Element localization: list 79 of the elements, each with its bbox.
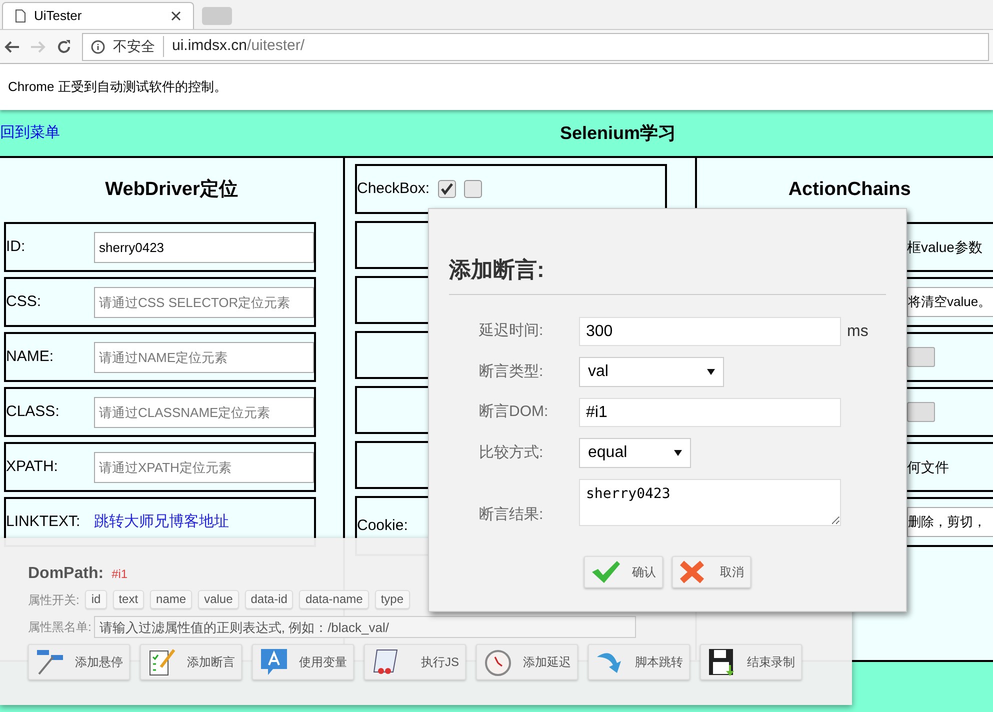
locator-input[interactable]: 请通过NAME定位元素	[94, 342, 314, 372]
action-text: 何文件	[907, 458, 949, 476]
floppy-disk-icon	[707, 647, 737, 677]
row-label: ID:	[6, 236, 26, 257]
attribute-chip[interactable]: name	[150, 590, 192, 609]
attr-switch-label: 属性开关:	[28, 592, 80, 608]
reload-icon[interactable]	[56, 38, 72, 54]
locator-input[interactable]: 请通过XPATH定位元素	[94, 452, 314, 482]
field-label: 断言结果:	[479, 504, 544, 524]
locator-input[interactable]: sherry0423	[94, 232, 314, 262]
row-label: CSS:	[6, 292, 42, 312]
cookie-label: Cookie:	[357, 516, 408, 536]
field-label: 断言DOM:	[479, 402, 550, 422]
url-text: ui.imdsx.cn/uitester/	[172, 36, 305, 56]
page-title: Selenium学习	[560, 122, 676, 144]
stopwatch-icon	[483, 647, 513, 677]
letter-a-icon	[259, 647, 289, 677]
section-title: WebDriver定位	[104, 178, 239, 202]
unit-label: ms	[847, 322, 868, 342]
tab-title: UiTester	[34, 7, 83, 26]
checkmark-icon	[591, 560, 621, 584]
action-button[interactable]	[907, 347, 935, 367]
attribute-chip[interactable]: value	[198, 590, 239, 609]
automation-notice: Chrome 正受到自动测试软件的控制。	[8, 78, 227, 96]
row-label: NAME:	[6, 346, 55, 367]
tool-button[interactable]: 使用变量	[252, 644, 354, 680]
tool-button[interactable]: 添加延迟	[476, 644, 578, 680]
blacklist-label: 属性黑名单:	[28, 619, 92, 636]
dialog-textarea[interactable]: sherry0423	[579, 479, 841, 526]
checkbox[interactable]	[464, 180, 482, 198]
blog-link[interactable]: 跳转大师兄博客地址	[94, 510, 229, 534]
dialog-select[interactable]: equal	[579, 438, 691, 468]
dropdown-caret-icon	[674, 450, 682, 456]
dialog-button[interactable]: 取消	[672, 556, 751, 588]
dialog-title: 添加断言:	[449, 253, 886, 295]
security-label: 不安全	[113, 36, 164, 57]
blacklist-input[interactable]: 请输入过滤属性值的正则表达式, 例如：/black_val/	[94, 616, 636, 638]
tool-button[interactable]: 添加悬停	[28, 644, 130, 680]
action-field: 删除，剪切，	[907, 507, 993, 537]
attribute-chip[interactable]: text	[112, 590, 144, 609]
action-text: 框value参数	[907, 238, 982, 256]
dompath-label: DomPath:	[28, 564, 104, 584]
attribute-chip[interactable]: data-id	[244, 590, 294, 609]
info-icon[interactable]	[91, 40, 105, 54]
field-label: 延迟时间:	[479, 321, 544, 342]
dompath-value: #i1	[112, 566, 128, 583]
dialog-input[interactable]: 300	[579, 317, 841, 346]
field-label: 比较方式:	[479, 442, 544, 463]
back-to-menu-link[interactable]: 回到菜单	[0, 122, 560, 144]
locator-input[interactable]: 请通过CLASSNAME定位元素	[94, 396, 314, 428]
tool-button[interactable]: 执行JS	[364, 644, 466, 680]
row-label: LINKTEXT:	[6, 512, 82, 532]
attribute-chip[interactable]: id	[85, 590, 107, 609]
close-icon[interactable]	[171, 11, 181, 21]
locator-input[interactable]: 请通过CSS SELECTOR定位元素	[94, 286, 314, 318]
tool-button[interactable]: 结束录制	[700, 644, 802, 680]
attribute-chip[interactable]: data-name	[299, 590, 369, 609]
tool-button[interactable]: 添加断言	[140, 644, 242, 680]
checkbox[interactable]	[438, 180, 456, 198]
checkbox-label: CheckBox:	[357, 178, 430, 199]
attribute-chip[interactable]: type	[374, 590, 410, 609]
address-bar[interactable]: 不安全 ui.imdsx.cn/uitester/	[82, 32, 989, 60]
action-button[interactable]	[907, 402, 935, 422]
tool-button[interactable]: 脚本跳转	[588, 644, 690, 680]
cross-icon	[679, 560, 705, 584]
action-field: 将清空value。	[907, 287, 993, 317]
browser-tab[interactable]: UiTester	[2, 2, 194, 29]
dropdown-caret-icon	[707, 369, 715, 375]
row-label: CLASS:	[6, 402, 60, 422]
checklist-pencil-icon	[147, 647, 177, 677]
row-label: XPATH:	[6, 456, 59, 477]
page-icon	[15, 9, 26, 23]
section-title: ActionChains	[787, 178, 912, 202]
back-arrow-icon[interactable]	[4, 38, 20, 54]
dialog-button[interactable]: 确认	[584, 556, 663, 588]
dialog-select[interactable]: val	[579, 357, 724, 387]
hover-tool-icon	[35, 647, 65, 677]
field-label: 断言类型:	[479, 362, 544, 382]
dialog-input[interactable]: #i1	[579, 398, 841, 427]
